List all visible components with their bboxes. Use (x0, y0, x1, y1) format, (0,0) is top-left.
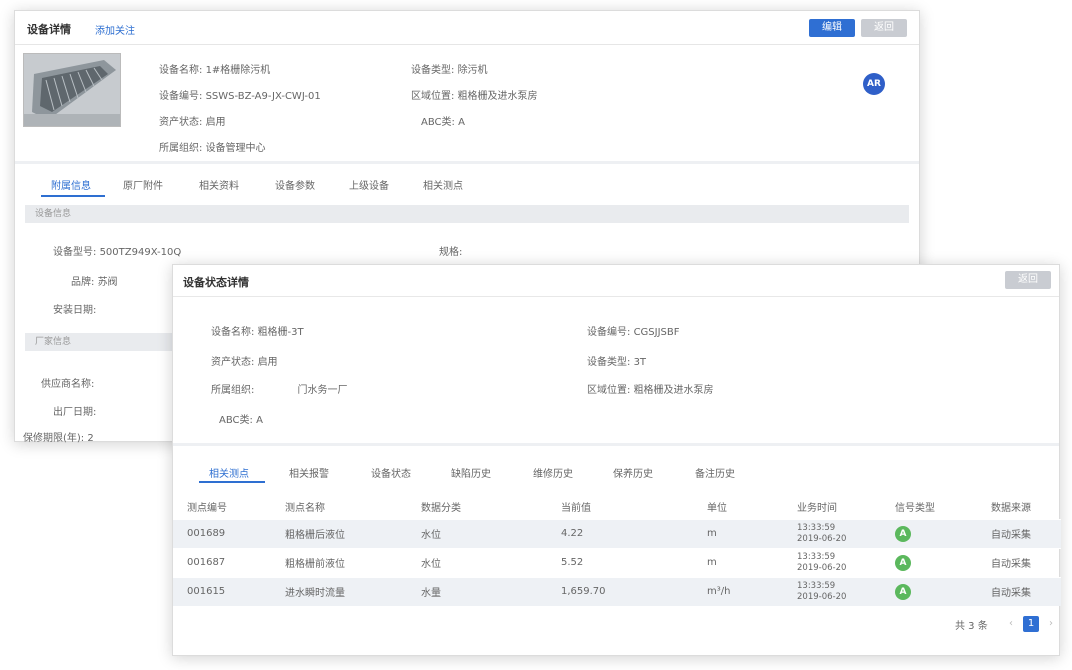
point-time: 13:33:59 2019-06-20 (783, 576, 881, 606)
factory-date-field: 出厂日期: (53, 407, 97, 418)
analog-signal-icon: A (895, 554, 911, 571)
point-id: 001615 (173, 576, 271, 606)
point-unit: m (693, 547, 783, 577)
warranty-field: 保修期限(年): 2 (23, 433, 94, 444)
col-point-name: 测点名称 (285, 503, 325, 515)
point-source: 自动采集 (977, 518, 1061, 548)
brand-field: 品牌: 苏阀 (71, 277, 118, 288)
tab-equipment-status[interactable]: 设备状态 (371, 465, 411, 480)
point-time: 13:33:59 2019-06-20 (783, 547, 881, 577)
status-divider (173, 443, 1059, 446)
point-category: 水位 (407, 547, 547, 577)
detail-header: 设备详情 添加关注 编辑 返回 (15, 11, 919, 45)
status-code-field: 设备编号: CGSJJSBF (587, 327, 680, 338)
install-date-field: 安装日期: (53, 305, 97, 316)
tab-related-alarms[interactable]: 相关报警 (289, 465, 329, 480)
point-unit: m³/h (693, 576, 783, 606)
col-business-time: 业务时间 (797, 503, 837, 515)
back-button[interactable]: 返回 (861, 19, 907, 37)
tab-related-points[interactable]: 相关测点 (209, 465, 249, 480)
active-tab-indicator (41, 195, 105, 197)
point-signal: A (881, 518, 977, 548)
section-equipment-info: 设备信息 (25, 205, 909, 223)
col-signal-type: 信号类型 (895, 503, 935, 515)
tab-attached-info[interactable]: 附属信息 (51, 177, 91, 192)
point-category: 水位 (407, 518, 547, 548)
point-name: 进水瞬时流量 (271, 576, 407, 606)
analog-signal-icon: A (895, 583, 911, 600)
col-data-source: 数据来源 (991, 503, 1031, 515)
status-name-field: 设备名称: 粗格栅-3T (211, 327, 304, 338)
pagination-total: 共 3 条 (955, 621, 988, 632)
table-row[interactable]: 001615 进水瞬时流量 水量 1,659.70 m³/h 13:33:59 2… (173, 576, 1061, 606)
status-back-button[interactable]: 返回 (1005, 271, 1051, 289)
asset-status-field: 资产状态: 启用 (159, 117, 226, 128)
name-field: 设备名称: 1#格栅除污机 (159, 65, 271, 76)
point-value: 4.22 (547, 518, 693, 548)
col-current-value: 当前值 (561, 503, 591, 515)
table-row[interactable]: 001687 粗格栅前液位 水位 5.52 m 13:33:59 2019-06-… (173, 547, 1061, 577)
edit-button[interactable]: 编辑 (809, 19, 855, 37)
point-category: 水量 (407, 576, 547, 606)
supplier-field: 供应商名称: (41, 379, 95, 390)
point-signal: A (881, 547, 977, 577)
tab-maintenance-history[interactable]: 保养历史 (613, 465, 653, 480)
status-header: 设备状态详情 返回 (173, 265, 1059, 297)
section-vendor-info: 厂家信息 (25, 333, 185, 351)
ar-icon[interactable]: AR (863, 73, 885, 95)
equipment-status-window: 设备状态详情 返回 设备名称: 粗格栅-3T 资产状态: 启用 所属组织: 门水… (172, 264, 1061, 656)
table-header-row: 测点编号 测点名称 数据分类 当前值 单位 业务时间 信号类型 数据来源 (173, 495, 1061, 519)
code-field: 设备编号: SSWS-BZ-A9-JX-CWJ-01 (159, 91, 321, 102)
point-name: 粗格栅后液位 (271, 518, 407, 548)
screen-machine-image (24, 54, 120, 126)
col-point-id: 测点编号 (187, 503, 227, 515)
tab-repair-history[interactable]: 维修历史 (533, 465, 573, 480)
status-area-field: 区域位置: 粗格栅及进水泵房 (587, 385, 714, 396)
point-value: 5.52 (547, 547, 693, 577)
status-title: 设备状态详情 (183, 276, 249, 289)
tab-related-docs[interactable]: 相关资料 (199, 177, 239, 192)
equipment-photo (23, 53, 121, 127)
org-field: 所属组织: 设备管理中心 (159, 143, 266, 154)
point-id: 001689 (173, 518, 271, 548)
point-time: 13:33:59 2019-06-20 (783, 518, 881, 548)
status-abc-field: ABC类: A (219, 415, 263, 426)
status-type-field: 设备类型: 3T (587, 357, 647, 368)
page-1-button[interactable]: 1 (1023, 616, 1039, 632)
point-signal: A (881, 576, 977, 606)
table-row[interactable]: 001689 粗格栅后液位 水位 4.22 m 13:33:59 2019-06-… (173, 518, 1061, 548)
active-status-tab-indicator (199, 481, 265, 483)
prev-page-icon[interactable]: ‹ (1003, 616, 1019, 632)
tab-parent-equipment[interactable]: 上级设备 (349, 177, 389, 192)
point-value: 1,659.70 (547, 576, 693, 606)
point-name: 粗格栅前液位 (271, 547, 407, 577)
next-page-icon[interactable]: › (1043, 616, 1059, 632)
point-source: 自动采集 (977, 547, 1061, 577)
points-table: 测点编号 测点名称 数据分类 当前值 单位 业务时间 信号类型 数据来源 001… (173, 495, 1061, 606)
type-field: 设备类型: 除污机 (411, 65, 488, 76)
page-title: 设备详情 (27, 23, 71, 36)
point-unit: m (693, 518, 783, 548)
tab-defect-history[interactable]: 缺陷历史 (451, 465, 491, 480)
point-id: 001687 (173, 547, 271, 577)
model-field: 设备型号: 500TZ949X-10Q (53, 247, 182, 258)
abc-field: ABC类: A (421, 117, 465, 128)
tab-oem-accessories[interactable]: 原厂附件 (123, 177, 163, 192)
tab-remarks-history[interactable]: 备注历史 (695, 465, 735, 480)
tab-equipment-params[interactable]: 设备参数 (275, 177, 315, 192)
col-category: 数据分类 (421, 503, 461, 515)
tab-related-points[interactable]: 相关测点 (423, 177, 463, 192)
analog-signal-icon: A (895, 525, 911, 542)
status-org-field: 所属组织: 门水务一厂 (211, 385, 348, 396)
point-source: 自动采集 (977, 576, 1061, 606)
add-follow-link[interactable]: 添加关注 (95, 22, 135, 37)
status-asset-field: 资产状态: 启用 (211, 357, 278, 368)
col-unit: 单位 (707, 503, 727, 515)
section-divider (15, 161, 919, 164)
spec-field: 规格: (439, 247, 463, 258)
area-field: 区域位置: 粗格栅及进水泵房 (411, 91, 538, 102)
